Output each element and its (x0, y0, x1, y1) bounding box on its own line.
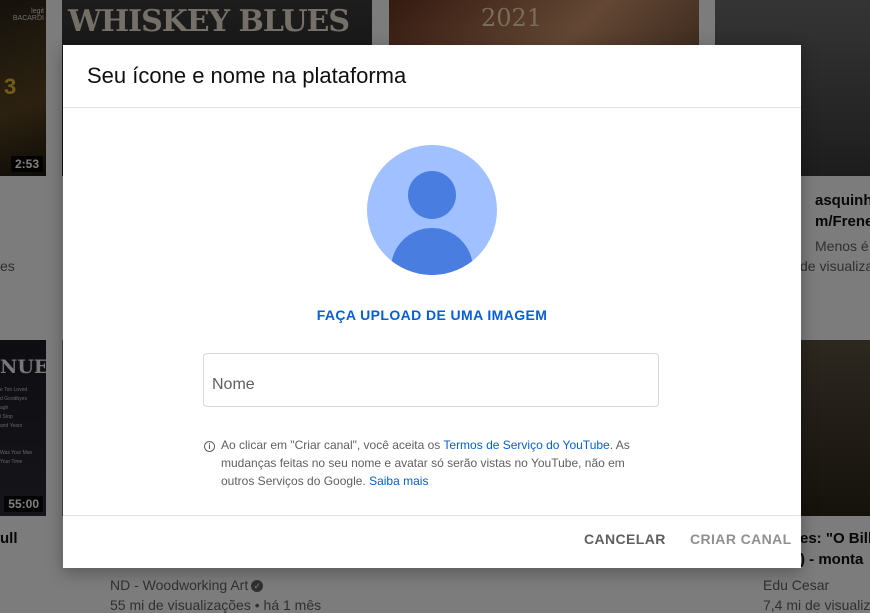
divider (63, 107, 801, 108)
cancel-button[interactable]: CANCELAR (584, 531, 666, 547)
terms-notice: Ao clicar em "Criar canal", você aceita … (221, 438, 630, 488)
avatar-head (408, 171, 456, 219)
upload-image-link[interactable]: FAÇA UPLOAD DE UMA IMAGEM (63, 307, 801, 323)
learn-more-link[interactable]: Saiba mais (369, 474, 428, 488)
dialog-title: Seu ícone e nome na plataforma (87, 63, 407, 88)
terms-of-service-link[interactable]: Termos de Serviço do YouTube (443, 438, 609, 452)
avatar-body (391, 228, 473, 275)
avatar-placeholder-icon[interactable] (367, 145, 497, 275)
info-icon: i (204, 441, 215, 452)
divider (63, 515, 801, 516)
create-channel-button[interactable]: CRIAR CANAL (690, 531, 792, 547)
create-channel-dialog: Seu ícone e nome na plataforma FAÇA UPLO… (63, 45, 801, 568)
name-field[interactable] (203, 353, 659, 407)
name-input[interactable] (212, 376, 642, 394)
